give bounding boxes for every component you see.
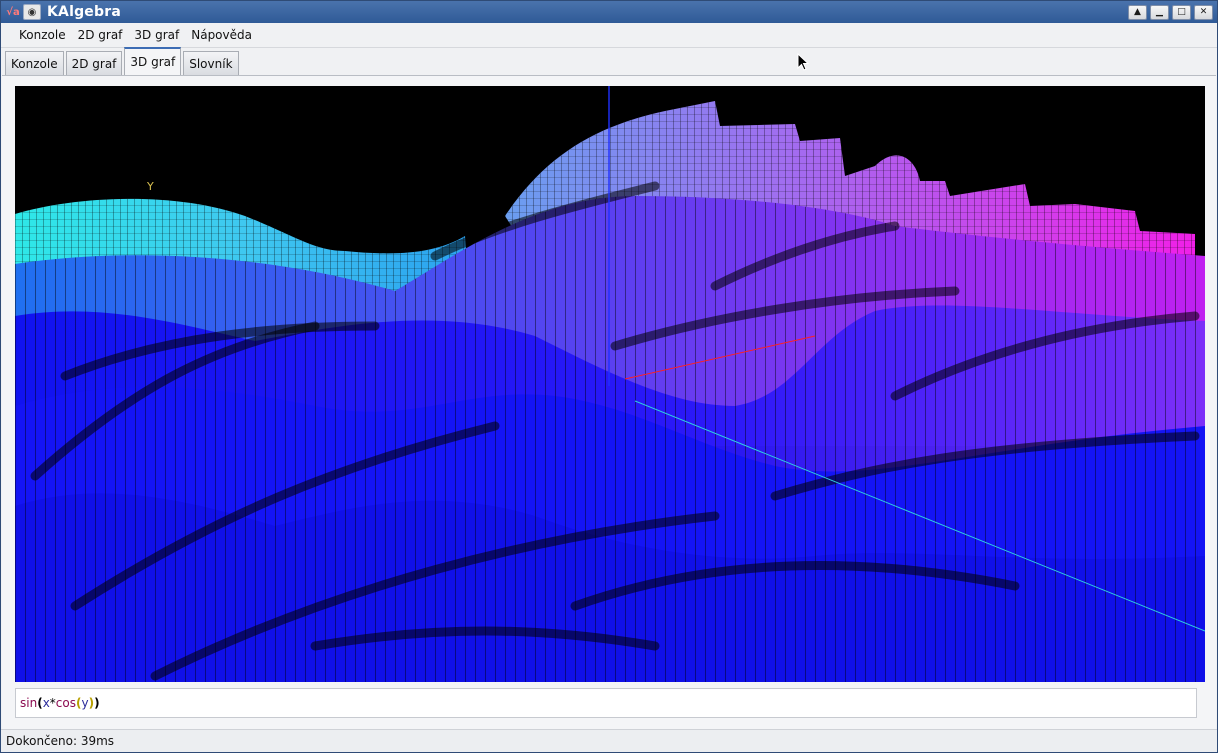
menu-3d-graf[interactable]: 3D graf — [128, 28, 185, 42]
expr-fn-sin: sin — [20, 696, 38, 710]
close-icon[interactable]: ✕ — [1194, 5, 1213, 20]
keep-above-icon[interactable]: ▲ — [1128, 5, 1147, 20]
expr-var-y: y — [81, 696, 89, 710]
3d-plot-view[interactable]: Y — [15, 86, 1205, 682]
window-controls: ▲ ▁ □ ✕ — [1128, 5, 1213, 20]
menu-napoveda[interactable]: Nápověda — [185, 28, 258, 42]
tab-3d-graf[interactable]: 3D graf — [124, 47, 182, 75]
menu-konzole[interactable]: Konzole — [13, 28, 72, 42]
status-text: Dokončeno: 39ms — [6, 734, 115, 748]
tab-bar: Konzole 2D graf 3D graf Slovník — [5, 47, 241, 75]
title-bar[interactable]: √a ◉ KAlgebra ▲ ▁ □ ✕ — [1, 1, 1217, 23]
minimize-icon[interactable]: ▁ — [1150, 5, 1169, 20]
window-menu-icon[interactable]: ◉ — [23, 4, 41, 20]
menu-2d-graf[interactable]: 2D graf — [72, 28, 129, 42]
menu-bar: Konzole 2D graf 3D graf Nápověda — [1, 23, 1217, 48]
mouse-cursor-icon — [797, 53, 810, 71]
expr-fn-cos: cos — [55, 696, 76, 710]
axis-label-y: Y — [147, 180, 154, 193]
3d-surface-render — [15, 86, 1205, 682]
tab-konzole[interactable]: Konzole — [5, 51, 64, 75]
status-bar: Dokončeno: 39ms — [1, 729, 1217, 752]
kalgebra-window: √a ◉ KAlgebra ▲ ▁ □ ✕ Konzole 2D graf 3D… — [0, 0, 1218, 753]
window-title: KAlgebra — [47, 4, 121, 20]
maximize-icon[interactable]: □ — [1172, 5, 1191, 20]
tab-content-3d: Y sin(x * cos(y)) — [2, 75, 1216, 730]
tab-slovnik[interactable]: Slovník — [183, 51, 239, 75]
expr-var-x: x — [42, 696, 50, 710]
kalgebra-icon: √a — [6, 6, 20, 18]
tab-2d-graf[interactable]: 2D graf — [65, 51, 123, 75]
expr-paren-close-1: ) — [94, 696, 100, 710]
expression-input[interactable]: sin(x * cos(y)) — [15, 688, 1197, 718]
